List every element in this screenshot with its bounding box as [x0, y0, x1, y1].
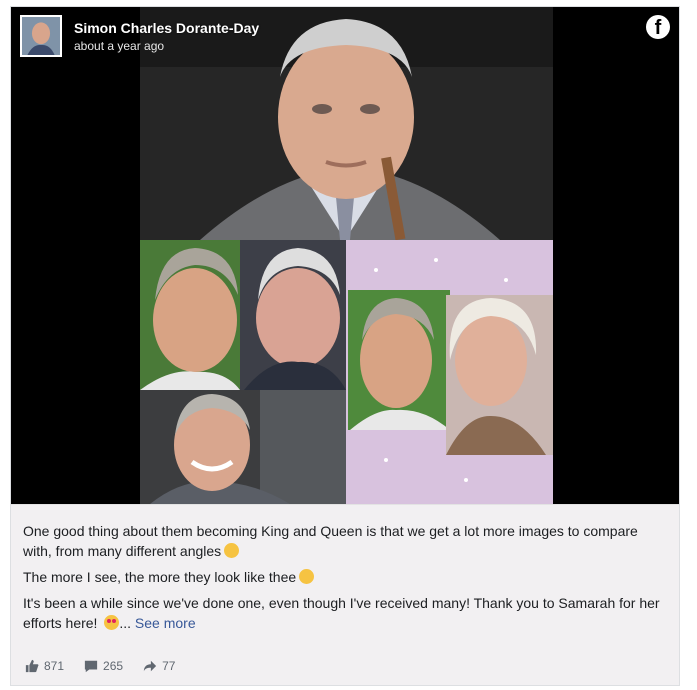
divider: [11, 504, 679, 505]
thinking-emoji-icon: [299, 569, 315, 584]
paragraph-text: One good thing about them becoming King …: [23, 523, 638, 559]
share-count[interactable]: 77: [143, 659, 175, 673]
like-count[interactable]: 871: [25, 659, 64, 673]
photo-pair-left-2: [140, 390, 346, 504]
paragraph-text: The more I see, the more they look like …: [23, 569, 297, 585]
heart-eyes-emoji-icon: [104, 615, 120, 630]
comment-icon: [84, 660, 98, 673]
post-timestamp[interactable]: about a year ago: [74, 39, 164, 53]
ellipsis: ...: [119, 615, 132, 631]
comment-count-value: 265: [103, 659, 124, 673]
thinking-emoji-icon: [224, 543, 240, 558]
post-header: Simon Charles Dorante-Day about a year a…: [20, 15, 420, 59]
post-paragraph-1: One good thing about them becoming King …: [23, 521, 669, 561]
post-paragraph-3: It's been a while since we've done one, …: [23, 593, 669, 633]
comment-count[interactable]: 265: [84, 659, 123, 673]
photo-pair-right: [346, 240, 553, 504]
share-arrow-icon: [143, 660, 157, 672]
see-more-link[interactable]: See more: [135, 615, 196, 631]
photo-pair-left-1: [140, 240, 346, 390]
author-name[interactable]: Simon Charles Dorante-Day: [74, 20, 259, 36]
thumbs-up-icon: [25, 659, 39, 673]
post-media[interactable]: Simon Charles Dorante-Day about a year a…: [11, 7, 679, 504]
share-count-value: 77: [162, 659, 176, 673]
post-paragraph-2: The more I see, the more they look like …: [23, 567, 669, 587]
like-count-value: 871: [44, 659, 65, 673]
engagement-stats: 871 265 77: [25, 657, 195, 675]
post-body: One good thing about them becoming King …: [23, 521, 669, 639]
post-card: Simon Charles Dorante-Day about a year a…: [10, 6, 680, 686]
facebook-icon[interactable]: f: [646, 15, 670, 39]
photo-collage[interactable]: [140, 7, 553, 504]
avatar[interactable]: [20, 15, 62, 57]
